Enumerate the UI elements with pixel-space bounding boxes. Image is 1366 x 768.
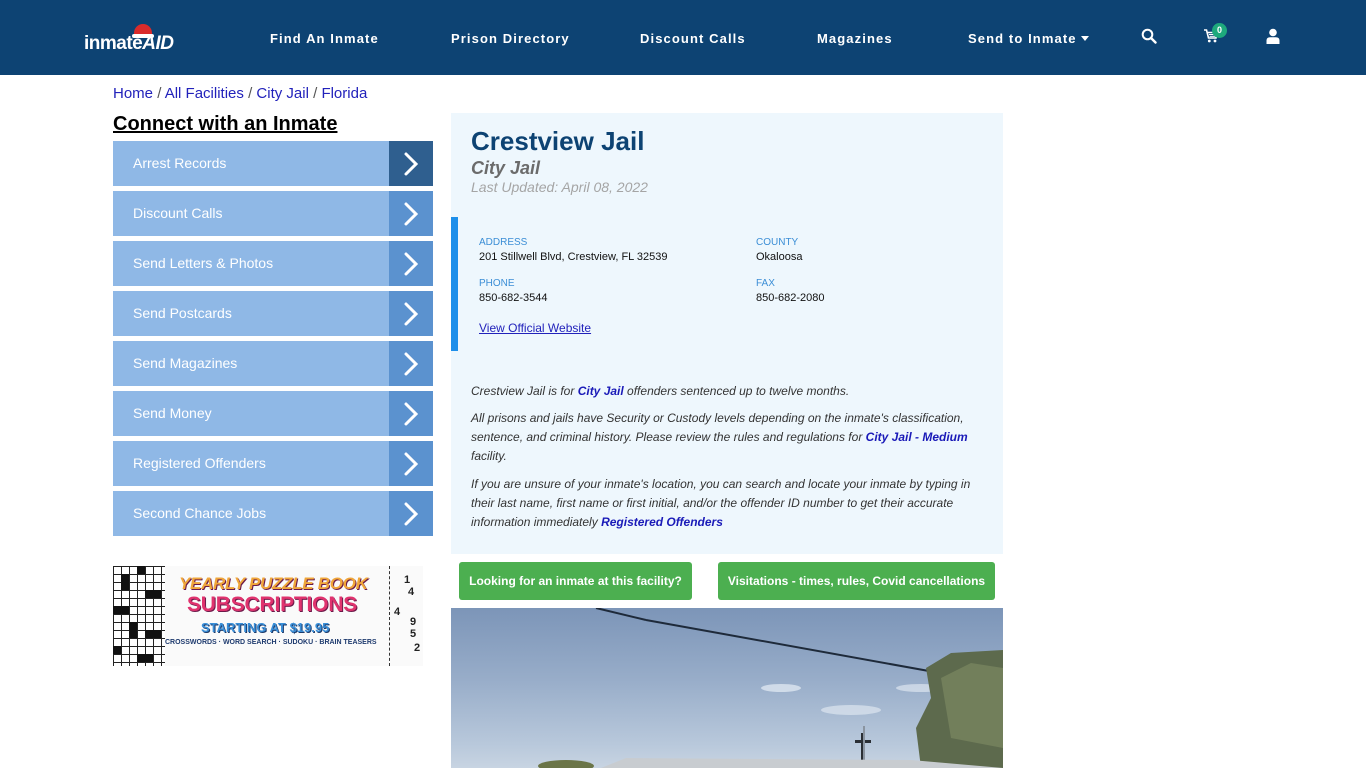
sidebar-item-send-letters-photos[interactable]: Send Letters & Photos <box>113 241 433 286</box>
sidebar-item-second-chance-jobs[interactable]: Second Chance Jobs <box>113 491 433 536</box>
nav-find-an-inmate[interactable]: Find An Inmate <box>270 31 379 46</box>
nav-magazines[interactable]: Magazines <box>817 31 893 46</box>
sidebar-item-send-postcards[interactable]: Send Postcards <box>113 291 433 336</box>
view-official-website-link[interactable]: View Official Website <box>479 321 591 335</box>
ad-price: STARTING AT $19.95 <box>201 620 330 635</box>
visitations-button[interactable]: Visitations - times, rules, Covid cancel… <box>718 562 995 600</box>
breadcrumb-city-jail[interactable]: City Jail <box>256 85 309 102</box>
sidebar-item-discount-calls[interactable]: Discount Calls <box>113 191 433 236</box>
nav-prison-directory[interactable]: Prison Directory <box>451 31 570 46</box>
chevron-right-icon <box>389 441 433 486</box>
logo-text-accent: AID <box>142 33 174 54</box>
facility-type: City Jail <box>471 158 541 178</box>
address-value: 201 Stillwell Blvd, Crestview, FL 32539 <box>479 251 668 263</box>
crossword-grid-graphic <box>113 566 165 666</box>
nav-discount-calls[interactable]: Discount Calls <box>640 31 746 46</box>
description-paragraph-2: All prisons and jails have Security or C… <box>471 411 968 463</box>
chevron-right-icon <box>389 191 433 236</box>
breadcrumb-separator: / <box>248 85 253 102</box>
sidebar-item-label: Discount Calls <box>133 205 223 221</box>
chevron-right-icon <box>389 291 433 336</box>
facility-info-box: ADDRESS 201 Stillwell Blvd, Crestview, F… <box>451 217 1003 351</box>
sidebar-item-label: Registered Offenders <box>133 455 266 471</box>
breadcrumb: Home / All Facilities / City Jail / Flor… <box>113 85 367 102</box>
sudoku-grid-graphic: 1 4 4 9 5 2 <box>389 566 423 666</box>
breadcrumb-home[interactable]: Home <box>113 85 153 102</box>
user-icon[interactable] <box>1266 28 1284 46</box>
sidebar-item-label: Send Magazines <box>133 355 238 371</box>
ad-subheadline: SUBSCRIPTIONS <box>187 593 358 616</box>
ad-categories: CROSSWORDS · WORD SEARCH · SUDOKU · BRAI… <box>165 639 377 646</box>
find-inmate-at-facility-button[interactable]: Looking for an inmate at this facility? <box>459 562 692 600</box>
sidebar-item-send-magazines[interactable]: Send Magazines <box>113 341 433 386</box>
sidebar-item-label: Send Letters & Photos <box>133 255 274 271</box>
nav-send-to-inmate[interactable]: Send to Inmate <box>968 31 1089 46</box>
sidebar-item-label: Send Money <box>133 405 212 421</box>
cart-count-badge: 0 <box>1212 23 1227 38</box>
sidebar-item-arrest-records[interactable]: Arrest Records <box>113 141 433 186</box>
nav-send-to-inmate-label: Send to Inmate <box>968 31 1077 46</box>
sidebar-item-label: Second Chance Jobs <box>133 505 267 521</box>
chevron-right-icon <box>389 491 433 536</box>
caret-down-icon <box>1080 36 1089 41</box>
phone-label: PHONE <box>479 278 515 289</box>
county-value: Okaloosa <box>756 251 803 263</box>
fax-label: FAX <box>756 278 775 289</box>
puzzle-book-ad-banner[interactable]: YEARLY PUZZLE BOOK SUBSCRIPTIONS STARTIN… <box>113 566 423 666</box>
address-label: ADDRESS <box>479 237 528 248</box>
facility-photo-graphic <box>538 608 1003 768</box>
registered-offenders-link[interactable]: Registered Offenders <box>601 515 723 529</box>
sidebar-item-send-money[interactable]: Send Money <box>113 391 433 436</box>
search-icon[interactable] <box>1141 28 1159 46</box>
chevron-right-icon <box>389 391 433 436</box>
breadcrumb-florida[interactable]: Florida <box>321 85 367 102</box>
description-paragraph-1: Crestview Jail is for City Jail offender… <box>471 384 850 398</box>
chevron-right-icon <box>389 141 433 186</box>
chevron-right-icon <box>389 241 433 286</box>
city-jail-medium-link[interactable]: City Jail - Medium <box>866 430 968 444</box>
description-paragraph-3: If you are unsure of your inmate's locat… <box>471 477 971 529</box>
sidebar-item-label: Arrest Records <box>133 155 227 171</box>
connect-title: Connect with an Inmate <box>113 113 338 135</box>
sidebar-item-label: Send Postcards <box>133 305 232 321</box>
top-navbar: inmateAID Find An Inmate Prison Director… <box>0 0 1366 75</box>
inmateaid-logo[interactable]: inmateAID <box>84 22 184 58</box>
last-updated: Last Updated: April 08, 2022 <box>471 179 648 195</box>
facility-name: Crestview Jail <box>471 126 645 156</box>
logo-text: inmate <box>84 33 143 54</box>
county-label: COUNTY <box>756 237 799 248</box>
phone-value: 850-682-3544 <box>479 292 548 304</box>
sidebar-item-registered-offenders[interactable]: Registered Offenders <box>113 441 433 486</box>
fax-value: 850-682-2080 <box>756 292 825 304</box>
facility-photo <box>451 608 1003 768</box>
ad-headline: YEARLY PUZZLE BOOK <box>179 574 368 593</box>
breadcrumb-all-facilities[interactable]: All Facilities <box>165 85 244 102</box>
facility-card: Crestview Jail City Jail Last Updated: A… <box>451 113 1003 554</box>
breadcrumb-separator: / <box>313 85 318 102</box>
city-jail-link[interactable]: City Jail <box>578 384 624 398</box>
breadcrumb-separator: / <box>157 85 162 102</box>
chevron-right-icon <box>389 341 433 386</box>
sidebar-menu: Arrest Records Discount Calls Send Lette… <box>113 141 433 541</box>
